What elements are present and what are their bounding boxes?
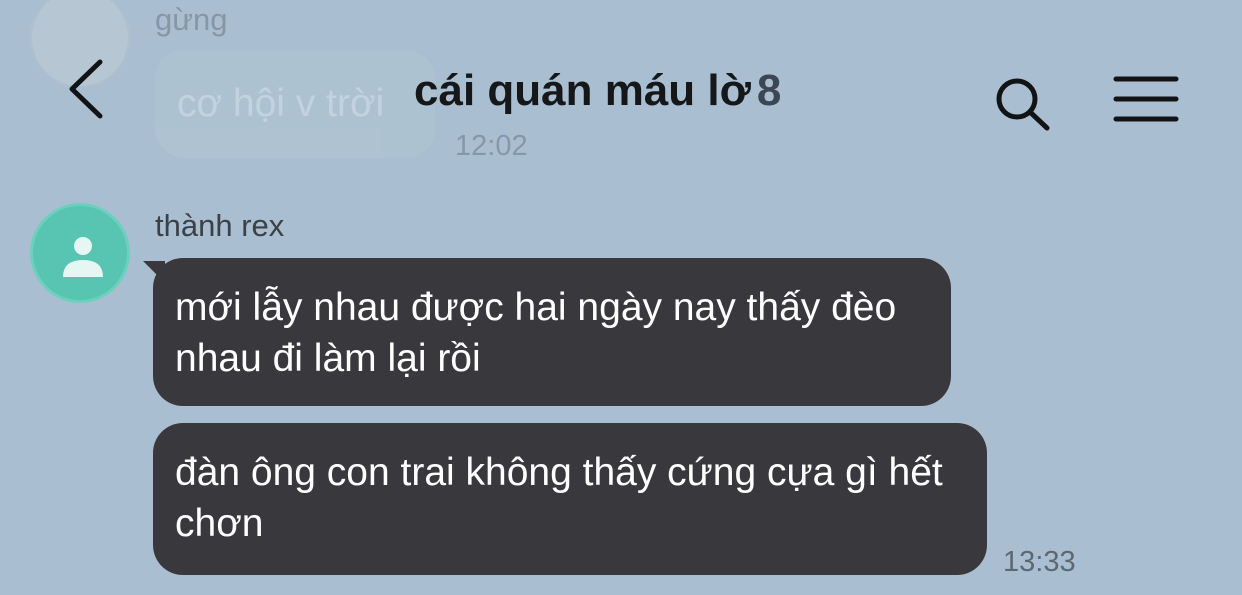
chat-title: cái quán máu lờ 8 xyxy=(414,66,781,116)
message-time: 12:02 xyxy=(455,130,528,162)
chevron-left-icon xyxy=(69,59,103,119)
hamburger-menu-icon xyxy=(1113,76,1179,122)
message-time: 13:33 xyxy=(1003,546,1076,578)
person-icon xyxy=(63,237,103,277)
search-button[interactable] xyxy=(992,74,1054,134)
back-button[interactable] xyxy=(62,58,112,120)
message-bubble[interactable]: đàn ông con trai không thấy cứng cựa gì … xyxy=(153,423,987,575)
search-icon xyxy=(996,78,1050,131)
member-count: 8 xyxy=(756,66,782,115)
sender-name: gừng xyxy=(155,2,228,37)
message-bubble[interactable]: mới lẫy nhau được hai ngày nay thấy đèo … xyxy=(153,258,951,406)
chat-name: cái quán máu lờ xyxy=(414,66,751,115)
message-bubble[interactable]: cơ hội v trời xyxy=(155,50,435,158)
sender-name: thành rex xyxy=(155,208,285,243)
menu-button[interactable] xyxy=(1112,75,1180,123)
avatar[interactable] xyxy=(30,203,130,303)
